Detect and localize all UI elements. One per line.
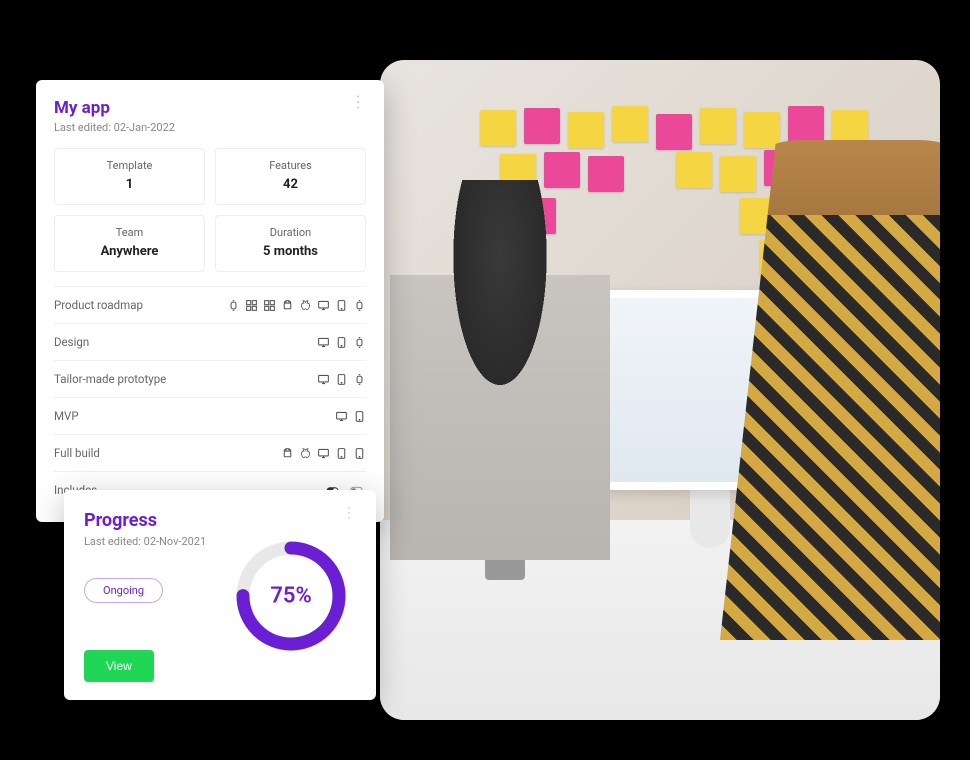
feature-row: MVP: [54, 398, 366, 435]
status-badge: Ongoing: [84, 578, 163, 603]
apple-icon: [298, 446, 312, 460]
progress-percent: 75%: [270, 584, 311, 609]
android-icon: [280, 446, 294, 460]
feature-label: Tailor-made prototype: [54, 372, 166, 386]
tablet-icon: [352, 409, 366, 423]
grid-icon: [262, 298, 276, 312]
stat-value: Anywhere: [55, 244, 204, 259]
tablet-icon: [334, 335, 348, 349]
watch-icon: [352, 372, 366, 386]
tablet-icon: [334, 446, 348, 460]
myapp-title: My app: [54, 98, 175, 118]
tablet-icon: [334, 298, 348, 312]
feature-rows: Product roadmap Design Tailor-made prototy…: [54, 286, 366, 508]
feature-label: Design: [54, 335, 89, 349]
desktop-icon: [316, 298, 330, 312]
stat-label: Duration: [216, 226, 365, 239]
progress-title: Progress: [84, 510, 206, 531]
feature-icons: [280, 446, 366, 460]
stat-team: Team Anywhere: [54, 215, 205, 272]
view-button[interactable]: View: [84, 650, 154, 682]
android-icon: [280, 298, 294, 312]
watch-icon: [226, 298, 240, 312]
progress-donut: 75%: [231, 536, 351, 656]
background-photo: [380, 60, 940, 720]
stat-label: Template: [55, 159, 204, 172]
grid-icon: [244, 298, 258, 312]
desktop-icon: [316, 335, 330, 349]
feature-row: Tailor-made prototype: [54, 361, 366, 398]
feature-icons: [334, 409, 366, 423]
tablet-icon: [334, 372, 348, 386]
feature-row: Product roadmap: [54, 287, 366, 324]
feature-row: Design: [54, 324, 366, 361]
feature-icons: [316, 372, 366, 386]
stat-features: Features 42: [215, 148, 366, 205]
stat-template: Template 1: [54, 148, 205, 205]
stat-duration: Duration 5 months: [215, 215, 366, 272]
feature-label: MVP: [54, 409, 79, 423]
stat-grid: Template 1 Features 42 Team Anywhere Dur…: [54, 148, 366, 272]
feature-label: Full build: [54, 446, 100, 460]
feature-icons: [226, 298, 366, 312]
stat-value: 5 months: [216, 244, 365, 259]
feature-row: Full build: [54, 435, 366, 472]
desktop-icon: [316, 446, 330, 460]
feature-label: Product roadmap: [54, 298, 143, 312]
progress-last-edited: Last edited: 02-Nov-2021: [84, 535, 206, 548]
myapp-card: My app Last edited: 02-Jan-2022 ⋮ Templa…: [36, 80, 384, 522]
myapp-last-edited: Last edited: 02-Jan-2022: [54, 121, 175, 134]
desktop-icon: [334, 409, 348, 423]
stat-label: Features: [216, 159, 365, 172]
tablet-icon: [352, 446, 366, 460]
feature-icons: [316, 335, 366, 349]
more-icon[interactable]: ⋮: [342, 510, 356, 517]
stat-label: Team: [55, 226, 204, 239]
more-icon[interactable]: ⋮: [350, 98, 366, 106]
progress-card: Progress Last edited: 02-Nov-2021 Ongoin…: [64, 490, 376, 700]
watch-icon: [352, 335, 366, 349]
watch-icon: [352, 298, 366, 312]
desktop-icon: [316, 372, 330, 386]
stat-value: 42: [216, 177, 365, 192]
stat-value: 1: [55, 177, 204, 192]
person-presenter: [390, 180, 610, 560]
apple-icon: [298, 298, 312, 312]
